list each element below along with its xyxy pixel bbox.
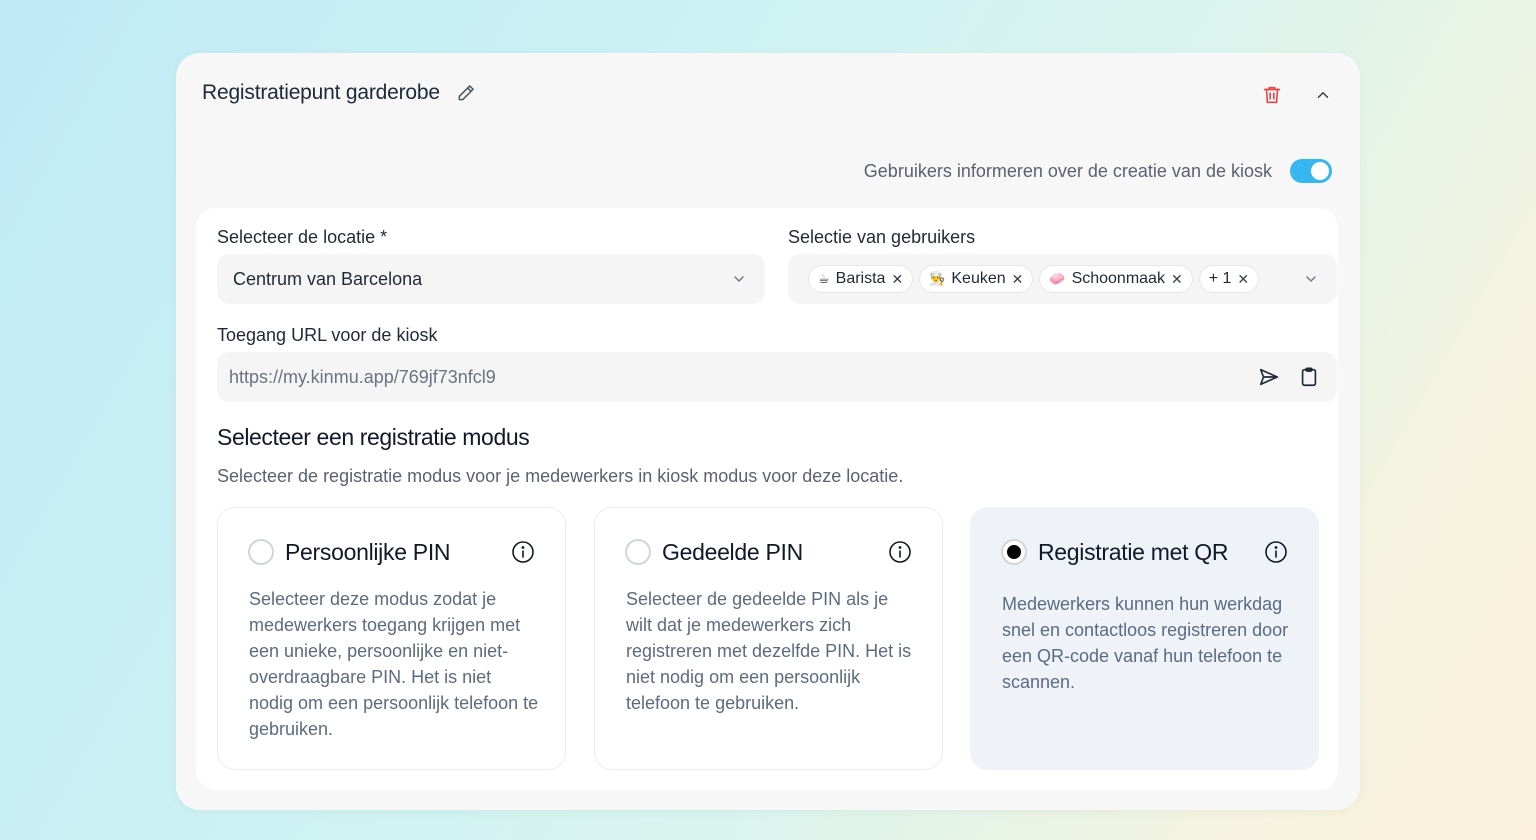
chip-label: + 1	[1208, 270, 1232, 287]
remove-chip-icon[interactable]: ✕	[1171, 271, 1183, 288]
access-url-value[interactable]: https://my.kinmu.app/769jf73nfcl9	[217, 367, 1257, 388]
mode-radio[interactable]	[625, 539, 651, 565]
access-url-field: https://my.kinmu.app/769jf73nfcl9	[217, 352, 1337, 402]
mode-radio-selected[interactable]	[1001, 539, 1027, 565]
info-icon[interactable]	[888, 540, 912, 564]
coffee-icon: ☕	[818, 271, 830, 286]
info-icon[interactable]	[511, 540, 535, 564]
remove-chip-icon[interactable]: ✕	[1237, 271, 1249, 288]
remove-chip-icon[interactable]: ✕	[1012, 271, 1024, 288]
user-chip: 👨‍🍳 Keuken ✕	[919, 265, 1034, 293]
mode-option-personal-pin[interactable]: Persoonlijke PIN Selecteer deze modus zo…	[217, 507, 566, 770]
info-icon[interactable]	[1264, 540, 1288, 564]
mode-title: Persoonlijke PIN	[285, 539, 451, 565]
chevron-up-icon	[1317, 92, 1329, 98]
title-row: Registratiepunt garderobe	[202, 81, 476, 105]
kiosk-title: Registratiepunt garderobe	[202, 81, 440, 104]
send-url-button[interactable]	[1257, 365, 1281, 389]
remove-chip-icon[interactable]: ✕	[891, 271, 903, 288]
chevron-down-icon	[1306, 276, 1316, 282]
more-users-chip[interactable]: + 1 ✕	[1198, 265, 1260, 293]
mode-title: Registratie met QR	[1038, 539, 1229, 565]
chip-label: Schoonmaak	[1071, 270, 1165, 287]
soap-icon: 🧼	[1049, 271, 1066, 286]
trash-icon	[1263, 86, 1281, 104]
mode-radio[interactable]	[248, 539, 274, 565]
notify-row: Gebruikers informeren over de creatie va…	[864, 159, 1332, 183]
notify-toggle[interactable]	[1290, 159, 1332, 183]
users-select[interactable]: ☕ Barista ✕ 👨‍🍳 Keuken ✕ 🧼 Schoonmaak ✕ …	[788, 254, 1337, 304]
location-label: Selecteer de locatie *	[217, 227, 388, 247]
delete-kiosk-button[interactable]	[1260, 83, 1284, 107]
collapse-button[interactable]	[1312, 83, 1334, 107]
user-chip: 🧼 Schoonmaak ✕	[1039, 265, 1193, 293]
modes-title: Selecteer een registratie modus	[217, 424, 530, 450]
kiosk-settings-panel: Selecteer de locatie * Centrum van Barce…	[196, 208, 1338, 790]
notify-label: Gebruikers informeren over de creatie va…	[863, 160, 1272, 181]
location-select[interactable]: Centrum van Barcelona	[217, 254, 765, 304]
toggle-knob	[1311, 162, 1329, 180]
mode-description: Selecteer de gedeelde PIN als je wilt da…	[626, 589, 912, 713]
edit-title-button[interactable]	[456, 83, 476, 103]
chevron-down-icon	[734, 276, 744, 282]
kiosk-card: Registratiepunt garderobe Gebruikers inf…	[176, 53, 1360, 810]
chip-label: Barista	[835, 270, 886, 287]
clipboard-icon	[1301, 367, 1317, 387]
users-label: Selectie van gebruikers	[788, 227, 976, 247]
copy-url-button[interactable]	[1297, 365, 1321, 389]
pencil-icon	[458, 85, 474, 101]
mode-description: Selecteer deze modus zodat je medewerker…	[249, 589, 539, 739]
user-chips: ☕ Barista ✕ 👨‍🍳 Keuken ✕ 🧼 Schoonmaak ✕ …	[788, 265, 1303, 293]
access-url-label: Toegang URL voor de kiosk	[217, 325, 438, 345]
mode-description: Medewerkers kunnen hun werkdag snel en c…	[1002, 594, 1289, 692]
mode-option-shared-pin[interactable]: Gedeelde PIN Selecteer de gedeelde PIN a…	[594, 507, 943, 770]
chip-label: Keuken	[951, 270, 1006, 287]
mode-title: Gedeelde PIN	[662, 539, 803, 565]
user-chip: ☕ Barista ✕	[808, 265, 914, 293]
location-value: Centrum van Barcelona	[233, 268, 423, 289]
cook-icon: 👨‍🍳	[929, 271, 946, 286]
send-icon	[1259, 368, 1279, 386]
mode-option-qr[interactable]: Registratie met QR Medewerkers kunnen hu…	[970, 507, 1319, 770]
modes-description: Selecteer de registratie modus voor je m…	[217, 466, 904, 486]
